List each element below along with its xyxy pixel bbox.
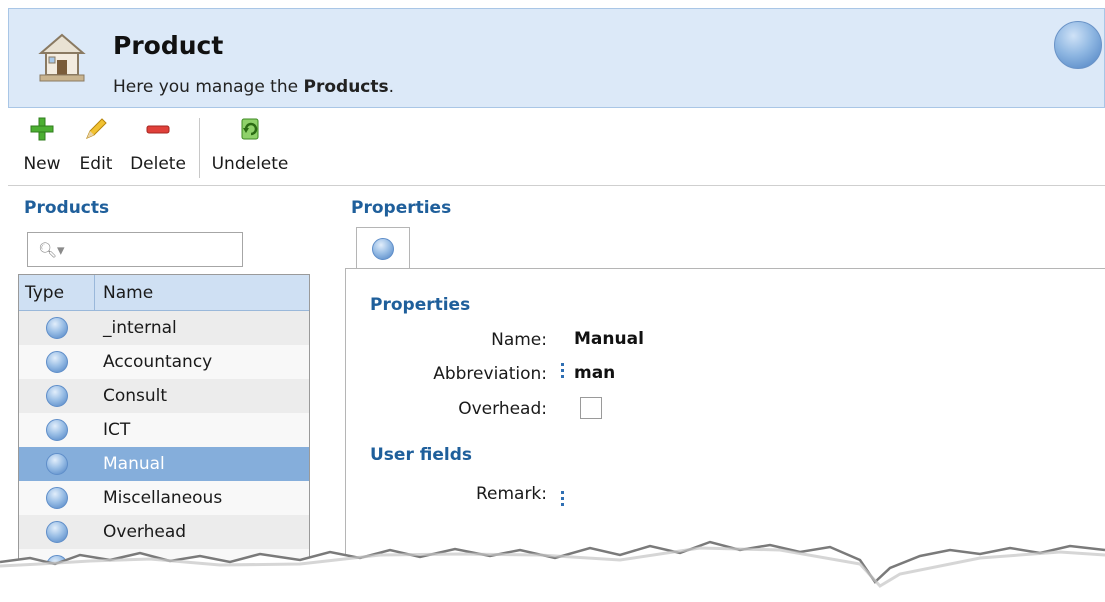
edit-label: Edit bbox=[79, 154, 113, 174]
undelete-button[interactable]: Undelete bbox=[208, 116, 292, 182]
properties-section-title: Properties bbox=[351, 198, 452, 218]
plus-icon bbox=[30, 117, 54, 141]
name-cell: Accountancy bbox=[103, 352, 213, 372]
name-cell: _internal bbox=[103, 318, 177, 338]
type-cell bbox=[19, 419, 95, 441]
edit-button[interactable]: Edit bbox=[76, 116, 116, 182]
table-row[interactable]: _internal bbox=[19, 311, 309, 345]
name-cell: ICT bbox=[103, 420, 131, 440]
table-row[interactable]: Consult bbox=[19, 379, 309, 413]
name-cell: Miscellaneous bbox=[103, 488, 223, 508]
name-value[interactable]: Manual bbox=[574, 329, 644, 349]
subtitle-bold: Products bbox=[303, 77, 389, 97]
type-cell bbox=[19, 385, 95, 407]
field-marker bbox=[561, 491, 564, 509]
search-input[interactable]: 🔍︎▾ bbox=[27, 232, 243, 267]
subtitle-suffix: . bbox=[388, 77, 395, 97]
product-type-icon bbox=[372, 238, 394, 260]
type-cell bbox=[19, 453, 95, 475]
user-fields-title: User fields bbox=[370, 445, 472, 465]
subtitle-prefix: Here you manage the bbox=[113, 77, 304, 97]
tab-product-type[interactable] bbox=[356, 227, 410, 269]
products-section-title: Products bbox=[24, 198, 110, 218]
page-subtitle: Here you manage the Products. bbox=[113, 77, 394, 97]
pencil-icon bbox=[86, 118, 107, 139]
abbreviation-value[interactable]: man bbox=[574, 363, 615, 383]
column-header-name[interactable]: Name bbox=[95, 275, 309, 310]
product-type-icon bbox=[46, 385, 68, 407]
name-cell: Consult bbox=[103, 386, 168, 406]
type-cell bbox=[19, 351, 95, 373]
name-cell: Manual bbox=[103, 454, 165, 474]
table-row[interactable]: Accountancy bbox=[19, 345, 309, 379]
minus-icon bbox=[146, 125, 170, 134]
abbreviation-label: Abbreviation: bbox=[433, 364, 547, 384]
undelete-label: Undelete bbox=[211, 154, 289, 174]
delete-label: Delete bbox=[130, 154, 186, 174]
overhead-checkbox[interactable] bbox=[580, 397, 602, 419]
product-type-orb-icon bbox=[1054, 21, 1102, 69]
torn-edge-decoration bbox=[0, 540, 1105, 602]
column-header-type[interactable]: Type bbox=[19, 275, 95, 310]
page-header: Product Here you manage the Products. bbox=[8, 8, 1105, 108]
search-icon: 🔍︎▾ bbox=[38, 241, 65, 259]
home-icon bbox=[38, 33, 86, 82]
type-cell bbox=[19, 317, 95, 339]
overhead-label: Overhead: bbox=[458, 399, 547, 419]
new-button[interactable]: New bbox=[20, 116, 64, 182]
remark-label: Remark: bbox=[475, 484, 547, 504]
product-type-icon bbox=[46, 487, 68, 509]
table-row[interactable]: Miscellaneous bbox=[19, 481, 309, 515]
table-row[interactable]: ICT bbox=[19, 413, 309, 447]
delete-button[interactable]: Delete bbox=[128, 116, 188, 182]
field-marker bbox=[561, 363, 564, 381]
undelete-icon bbox=[241, 118, 259, 140]
properties-group-title: Properties bbox=[370, 295, 471, 315]
new-label: New bbox=[23, 154, 61, 174]
product-type-icon bbox=[46, 419, 68, 441]
name-label: Name: bbox=[491, 330, 547, 350]
product-type-icon bbox=[46, 317, 68, 339]
product-type-icon bbox=[46, 453, 68, 475]
product-type-icon bbox=[46, 351, 68, 373]
toolbar-separator bbox=[199, 118, 200, 178]
table-header: Type Name bbox=[19, 275, 309, 311]
page-title: Product bbox=[113, 31, 224, 60]
type-cell bbox=[19, 487, 95, 509]
toolbar: New Edit Delete Undelete bbox=[8, 108, 1105, 186]
table-row-selected[interactable]: Manual bbox=[19, 447, 309, 481]
